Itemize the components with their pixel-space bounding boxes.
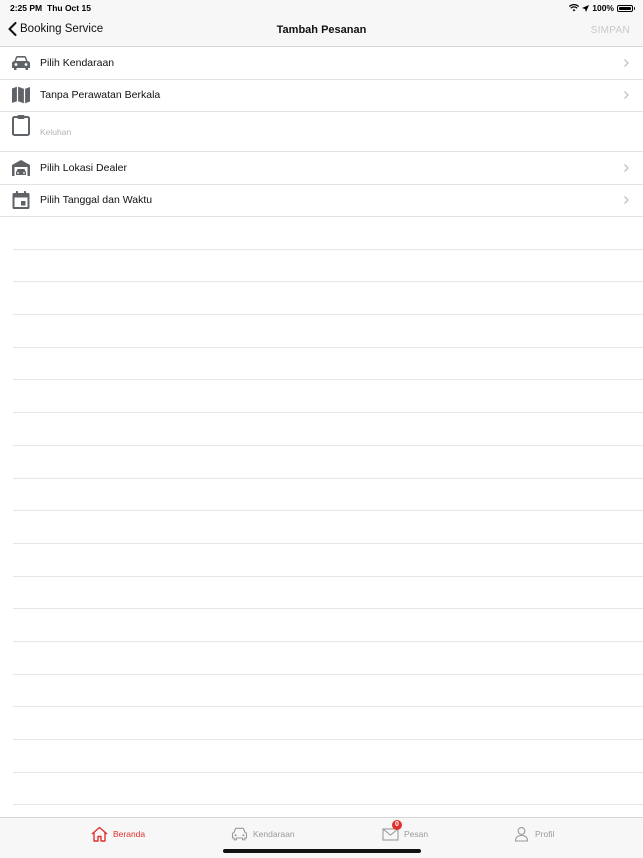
dealer-garage-icon (11, 158, 31, 178)
empty-row (13, 348, 643, 381)
home-icon (91, 826, 108, 842)
empty-row (13, 479, 643, 512)
chevron-right-icon (624, 196, 629, 205)
tab-pesan[interactable]: 0 Pesan (382, 820, 429, 842)
car-icon (231, 826, 248, 842)
empty-row (13, 773, 643, 806)
complaint-input[interactable]: Keluhan (40, 127, 71, 137)
empty-row (13, 446, 643, 479)
empty-row (13, 315, 643, 348)
status-date: Thu Oct 15 (47, 3, 91, 13)
status-bar: 2:25 PM Thu Oct 15 100% (0, 0, 643, 16)
clipboard-icon (11, 115, 31, 136)
chevron-right-icon (624, 58, 629, 67)
complaint-row[interactable]: Keluhan (0, 112, 643, 152)
empty-list-area (13, 217, 643, 806)
maintenance-label: Tanpa Perawatan Berkala (40, 89, 161, 102)
empty-row (13, 217, 643, 250)
status-time: 2:25 PM (10, 3, 43, 13)
wifi-icon (569, 4, 580, 12)
select-vehicle-row[interactable]: Pilih Kendaraan (0, 47, 643, 80)
navigation-bar: Booking Service Tambah Pesanan SIMPAN (0, 16, 643, 47)
empty-row (13, 577, 643, 610)
chevron-left-icon (8, 22, 17, 36)
booking-form-list: Pilih Kendaraan Tanpa Perawatan Berkala … (0, 47, 643, 217)
person-icon (513, 826, 530, 842)
home-indicator[interactable] (223, 849, 421, 853)
tab-kendaraan-label: Kendaraan (253, 829, 295, 839)
select-datetime-row[interactable]: Pilih Tanggal dan Waktu (0, 185, 643, 217)
tab-beranda[interactable]: Beranda (91, 826, 145, 842)
empty-row (13, 544, 643, 577)
tab-pesan-label: Pesan (404, 829, 429, 839)
empty-row (13, 511, 643, 544)
empty-row (13, 642, 643, 675)
tab-beranda-label: Beranda (113, 829, 146, 839)
tab-profil-label: Profil (535, 829, 555, 839)
empty-row (13, 707, 643, 740)
empty-row (13, 675, 643, 708)
car-icon (11, 53, 31, 73)
empty-row (13, 413, 643, 446)
select-dealer-label: Pilih Lokasi Dealer (40, 161, 127, 174)
select-vehicle-label: Pilih Kendaraan (40, 56, 115, 69)
empty-row (13, 250, 643, 283)
empty-row (13, 740, 643, 773)
location-arrow-icon (582, 4, 590, 12)
battery-percent: 100% (592, 3, 614, 13)
tab-kendaraan[interactable]: Kendaraan (231, 826, 295, 842)
back-button-label: Booking Service (20, 23, 104, 35)
back-button[interactable]: Booking Service (8, 22, 103, 36)
chevron-right-icon (624, 163, 629, 172)
map-icon (11, 85, 31, 105)
message-count-badge: 0 (392, 820, 402, 830)
select-datetime-label: Pilih Tanggal dan Waktu (40, 194, 153, 207)
calendar-icon (11, 190, 31, 210)
maintenance-row[interactable]: Tanpa Perawatan Berkala (0, 80, 643, 112)
empty-row (13, 609, 643, 642)
battery-icon (617, 4, 635, 12)
save-button[interactable]: SIMPAN (591, 25, 630, 36)
empty-row (13, 380, 643, 414)
empty-row (13, 282, 643, 316)
mail-icon: 0 (382, 820, 402, 842)
status-indicators: 100% (569, 3, 635, 13)
chevron-right-icon (624, 91, 629, 100)
tab-profil[interactable]: Profil (513, 826, 554, 842)
select-dealer-row[interactable]: Pilih Lokasi Dealer (0, 152, 643, 185)
